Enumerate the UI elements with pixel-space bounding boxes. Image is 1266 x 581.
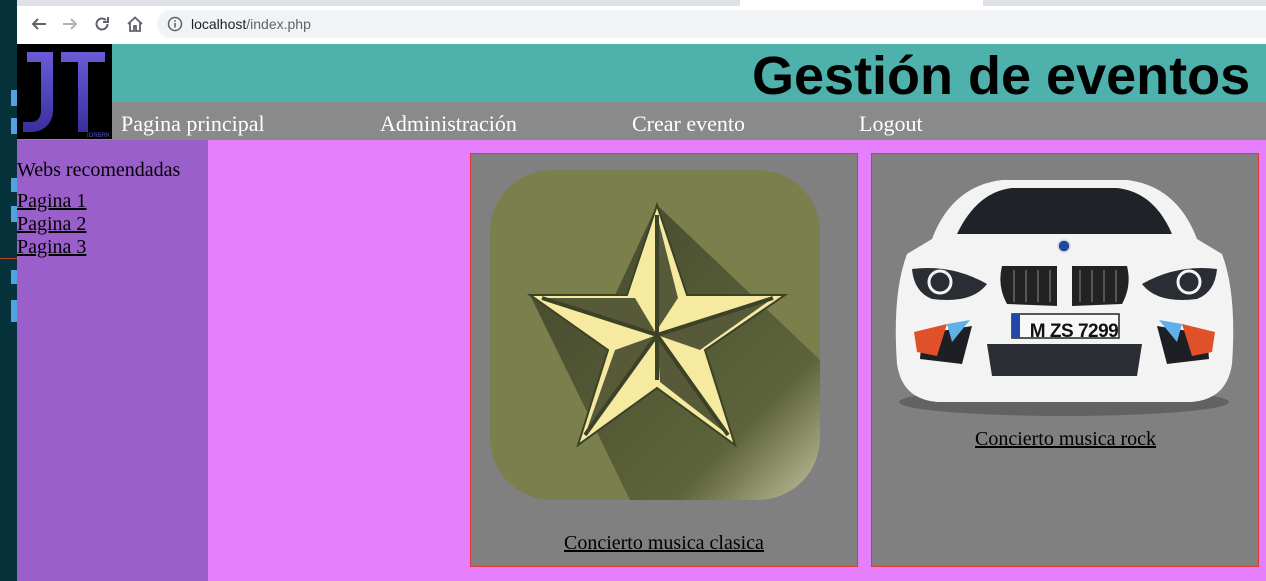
active-tab[interactable] (740, 0, 983, 6)
desktop-line (0, 258, 17, 259)
url-text: localhost/index.php (191, 16, 311, 32)
event-card: Concierto musica clasica (470, 153, 858, 567)
site-header: Gestión de eventos (17, 44, 1266, 106)
sidebar: Webs recomendadas Pagina 1 Pagina 2 Pagi… (17, 140, 208, 581)
home-icon (127, 16, 143, 32)
white-car-image[interactable] (892, 174, 1237, 419)
address-bar[interactable]: localhost/index.php (157, 10, 1266, 38)
back-button[interactable] (28, 13, 50, 35)
page-body: Gestión de eventos IORBRK Pagina princip… (17, 44, 1266, 581)
event-card: M ZS 7299 Concierto musica rock (871, 153, 1259, 567)
url-path: /index.php (246, 16, 311, 32)
logo-subtext: IORBRK (87, 133, 110, 139)
sidebar-link-pagina-1[interactable]: Pagina 1 (17, 190, 86, 213)
site-logo[interactable]: IORBRK (17, 44, 112, 139)
menu-item-crear-evento[interactable]: Crear evento (632, 111, 745, 137)
star-badge-image[interactable] (490, 170, 820, 500)
sidebar-heading: Webs recomendadas (17, 159, 181, 181)
event-link-rock[interactable]: Concierto musica rock (975, 428, 1156, 451)
license-plate: M ZS 7299 (1029, 321, 1119, 342)
desktop-background (0, 0, 17, 581)
menu-item-pagina-principal[interactable]: Pagina principal (121, 111, 265, 137)
tab-strip (17, 0, 1266, 6)
event-link-clasica[interactable]: Concierto musica clasica (564, 532, 764, 555)
sidebar-link-pagina-2[interactable]: Pagina 2 (17, 213, 86, 236)
home-button[interactable] (124, 13, 146, 35)
logo-image: IORBRK (17, 44, 112, 139)
forward-button[interactable] (59, 13, 81, 35)
browser-toolbar: localhost/index.php (17, 0, 1266, 44)
menu-item-logout[interactable]: Logout (859, 111, 923, 137)
page-title: Gestión de eventos (752, 46, 1251, 106)
info-icon[interactable] (167, 16, 183, 32)
menu-item-administracion[interactable]: Administración (380, 111, 517, 137)
sidebar-link-pagina-3[interactable]: Pagina 3 (17, 236, 86, 259)
reload-icon (95, 17, 109, 31)
url-host: localhost (191, 16, 247, 32)
arrow-left-icon (31, 18, 46, 30)
reload-button[interactable] (91, 13, 113, 35)
main-menu: Pagina principal Administración Crear ev… (17, 102, 1266, 140)
arrow-right-icon (63, 18, 78, 30)
